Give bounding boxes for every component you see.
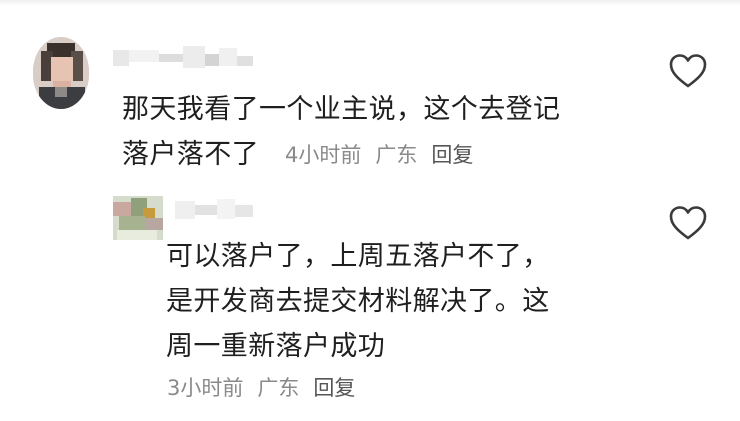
top-divider xyxy=(0,0,740,6)
comment-meta: 3小时前 广东 回复 xyxy=(167,372,369,402)
reply-button[interactable]: 回复 xyxy=(313,376,355,400)
heart-outline-icon xyxy=(669,54,707,88)
comment-time: 4小时前 xyxy=(285,143,362,167)
username-blurred[interactable] xyxy=(175,197,265,223)
comment-text-line: 周一重新落户成功 xyxy=(166,331,386,362)
comment-time: 3小时前 xyxy=(167,376,244,400)
comment-text: 可以落户了，上周五落户不了， 是开发商去提交材料解决了。这 周一重新落户成功 xyxy=(166,234,636,369)
comment-text-line: 可以落户了，上周五落户不了， xyxy=(166,241,550,272)
like-button[interactable] xyxy=(668,205,708,241)
like-button[interactable] xyxy=(668,53,708,89)
comment-location: 广东 xyxy=(375,143,418,167)
avatar[interactable] xyxy=(33,37,89,109)
avatar[interactable] xyxy=(113,196,163,240)
comment-meta: 4小时前 广东 回复 xyxy=(285,139,487,169)
heart-outline-icon xyxy=(669,206,707,240)
reply-button[interactable]: 回复 xyxy=(431,143,473,167)
comment-text-line: 那天我看了一个业主说，这个去登记 xyxy=(122,94,561,125)
username-blurred[interactable] xyxy=(113,44,263,74)
comment-location: 广东 xyxy=(257,376,300,400)
comment-text-line: 落户落不了 xyxy=(122,139,259,170)
comment-text-line: 是开发商去提交材料解决了。这 xyxy=(166,286,550,317)
